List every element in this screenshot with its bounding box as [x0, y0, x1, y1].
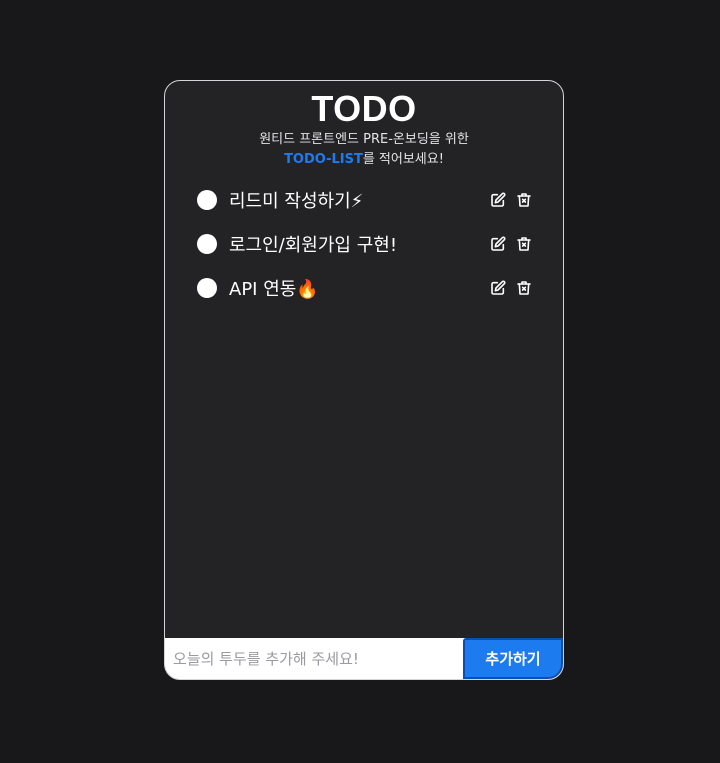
edit-icon[interactable] — [489, 235, 507, 253]
todo-text: API 연동🔥 — [229, 279, 319, 300]
trash-icon[interactable] — [515, 279, 533, 297]
todo-item: API 연동🔥 — [197, 266, 533, 310]
page-subtitle: 원티드 프론트엔드 PRE-온보딩을 위한 TODO-LIST를 적어보세요! — [165, 130, 563, 170]
subtitle-rest: 를 적어보세요! — [362, 152, 444, 167]
todo-list: 리드미 작성하기⚡ 로그인/회원가입 구현! API 연동🔥 — [197, 178, 533, 310]
subtitle-line-1: 원티드 프론트엔드 PRE-온보딩을 위한 — [259, 132, 469, 147]
todo-checkbox[interactable] — [197, 278, 217, 298]
subtitle-accent: TODO-LIST — [284, 152, 363, 167]
todo-checkbox[interactable] — [197, 190, 217, 210]
todo-text: 로그인/회원가입 구현! — [229, 235, 398, 256]
trash-icon[interactable] — [515, 235, 533, 253]
edit-icon[interactable] — [489, 279, 507, 297]
subtitle-line-2: TODO-LIST를 적어보세요! — [165, 150, 563, 170]
page-title: TODO — [311, 88, 417, 129]
todo-checkbox[interactable] — [197, 234, 217, 254]
todo-item: 로그인/회원가입 구현! — [197, 222, 533, 266]
todo-item: 리드미 작성하기⚡ — [197, 178, 533, 222]
edit-icon[interactable] — [489, 191, 507, 209]
add-todo-input[interactable] — [165, 638, 463, 679]
todo-text: 리드미 작성하기⚡ — [229, 191, 364, 212]
todo-card: TODO 원티드 프론트엔드 PRE-온보딩을 위한 TODO-LIST를 적어… — [164, 80, 564, 680]
add-todo-button[interactable]: 추가하기 — [463, 638, 563, 679]
trash-icon[interactable] — [515, 191, 533, 209]
add-todo-form: 추가하기 — [165, 638, 563, 679]
